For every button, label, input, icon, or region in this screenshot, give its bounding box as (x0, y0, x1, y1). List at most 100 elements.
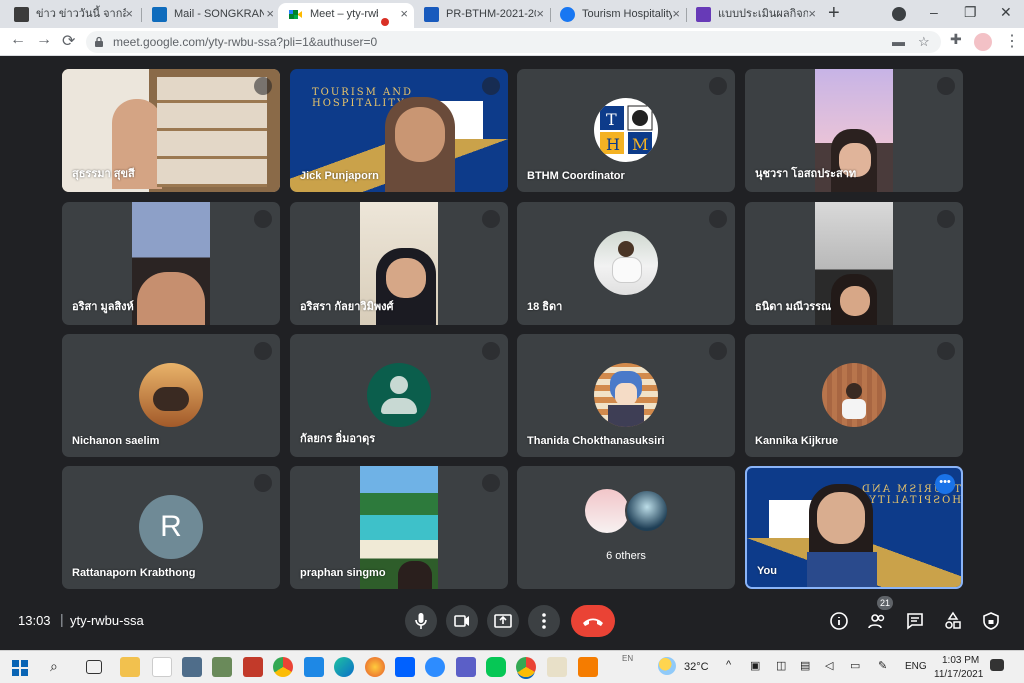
participant-tile[interactable]: สุธรรมา สุขสี (62, 69, 280, 192)
participant-tile[interactable]: praphan singmo (290, 466, 508, 589)
activities-icon[interactable] (942, 610, 964, 632)
people-icon[interactable] (866, 610, 888, 632)
browser-tab[interactable]: Tourism Hospitality × (550, 3, 686, 28)
participant-tile[interactable]: TOURISM AND HOSPITALITY Jick Punjaporn (290, 69, 508, 192)
clock-date[interactable]: 11/17/2021 (934, 669, 983, 680)
dropbox-icon[interactable] (395, 657, 415, 677)
url-text: meet.google.com/yty-rwbu-ssa?pli=1&authu… (113, 35, 378, 49)
bookmark-star-icon[interactable]: ☆ (918, 34, 930, 50)
new-tab-button[interactable]: + (828, 2, 840, 25)
meeting-time: 13:03 (18, 613, 51, 628)
present-screen-icon (494, 614, 512, 628)
back-arrow-icon[interactable]: ← (10, 31, 26, 49)
profile-avatar[interactable] (974, 33, 992, 51)
mail-icon[interactable] (304, 657, 324, 677)
recording-indicator-icon (381, 18, 389, 27)
amazon-icon[interactable] (152, 657, 172, 677)
reload-icon[interactable]: ⟳ (62, 31, 75, 51)
meeting-code: yty-rwbu-ssa (70, 613, 144, 628)
chevron-up-icon[interactable]: ^ (726, 659, 731, 671)
search-icon[interactable]: ⌕ (50, 658, 58, 675)
pen-icon[interactable]: ✎ (878, 659, 887, 672)
camera-button[interactable] (446, 605, 478, 637)
facebook-favicon-icon (560, 7, 575, 22)
browser-tab[interactable]: Mail - SONGKRAN J × (142, 3, 280, 28)
clock-time[interactable]: 1:03 PM (942, 655, 979, 666)
camera-in-use-icon[interactable]: ▬ (892, 34, 905, 49)
participant-tile[interactable]: Nichanon saelim (62, 334, 280, 457)
volume-icon[interactable]: ◁ (825, 659, 833, 672)
firefox-icon[interactable] (365, 657, 385, 677)
muted-mic-icon (937, 342, 955, 360)
participant-tile[interactable]: 18 ธิดา (517, 202, 735, 325)
restore-window-button[interactable]: ❐ (964, 4, 977, 21)
host-controls-shield-icon[interactable] (980, 610, 1002, 632)
battery-icon[interactable]: ▭ (850, 659, 860, 672)
more-options-button[interactable] (528, 605, 560, 637)
minimize-window-button[interactable]: – (930, 4, 938, 20)
participant-tile[interactable]: Thanida Chokthanasuksiri (517, 334, 735, 457)
participant-tile[interactable]: กัลยกร อิ่มอาดุร (290, 334, 508, 457)
participant-tile[interactable]: ธนิดา มณีวรรณ (745, 202, 963, 325)
chrome-icon[interactable] (273, 657, 293, 677)
svg-text:T: T (606, 110, 617, 129)
media-player-icon[interactable] (547, 657, 567, 677)
chrome-active-icon[interactable] (516, 657, 536, 677)
muted-mic-icon (254, 474, 272, 492)
tray-app-icon[interactable]: ▤ (800, 659, 810, 672)
line-icon[interactable] (486, 657, 506, 677)
close-window-button[interactable]: ✕ (1000, 4, 1012, 21)
present-screen-button[interactable] (487, 605, 519, 637)
close-tab-icon[interactable]: × (125, 3, 133, 25)
forward-arrow-icon[interactable]: → (36, 31, 52, 49)
file-explorer-icon[interactable] (120, 657, 140, 677)
windows-taskbar: ⌕ EN 32°C ^ ▣ ◫ ▤ ◁ ▭ ✎ ENG 1:03 PM 11/1… (0, 650, 1024, 683)
browser-tab[interactable]: แบบประเมินผลกิจกรรม × (686, 3, 822, 28)
close-tab-icon[interactable]: × (266, 3, 274, 25)
muted-mic-icon (937, 77, 955, 95)
weather-icon[interactable] (658, 657, 676, 675)
close-tab-icon[interactable]: × (672, 3, 680, 25)
browser-tab-active[interactable]: Meet – yty-rwbu × (278, 3, 414, 28)
chrome-menu-icon[interactable]: ⋮ (1004, 31, 1020, 51)
browser-tab[interactable]: ข่าว ข่าววันนี้ จากสื่อทั่ × (4, 3, 139, 28)
app-icon[interactable] (243, 657, 263, 677)
network-app-icon[interactable] (212, 657, 232, 677)
extensions-puzzle-icon[interactable]: ✚ (950, 31, 962, 48)
close-tab-icon[interactable]: × (400, 3, 408, 25)
edge-icon[interactable] (334, 657, 354, 677)
notification-icon[interactable] (990, 659, 1004, 671)
close-tab-icon[interactable]: × (536, 3, 544, 25)
participant-tile[interactable]: Kannika Kijkrue (745, 334, 963, 457)
teams-icon[interactable] (456, 657, 476, 677)
muted-mic-icon (482, 342, 500, 360)
participant-tile[interactable]: อริสา มูลสิงห์ (62, 202, 280, 325)
windows-start-icon[interactable] (12, 660, 28, 676)
browser-tab[interactable]: PR-BTHM-2021-202 × (414, 3, 550, 28)
self-view-tile[interactable]: TOURISM AND HOSPITALITY ••• You (745, 466, 963, 589)
language-indicator[interactable]: ENG (905, 661, 927, 672)
participant-tile[interactable]: T H M BTHM Coordinator (517, 69, 735, 192)
participant-avatar (139, 363, 203, 427)
tab-search-icon[interactable] (892, 7, 906, 21)
tray-app-icon[interactable]: ◫ (776, 659, 786, 672)
others-tile[interactable]: 6 others (517, 466, 735, 589)
chat-icon[interactable] (904, 610, 926, 632)
address-bar[interactable]: meet.google.com/yty-rwbu-ssa?pli=1&authu… (86, 31, 941, 53)
participant-tile[interactable]: R Rattanaporn Krabthong (62, 466, 280, 589)
more-options-icon[interactable]: ••• (935, 474, 955, 494)
participant-tile[interactable]: นุชวรา โอสถประสาท (745, 69, 963, 192)
microphone-button[interactable] (405, 605, 437, 637)
svg-text:M: M (632, 135, 648, 154)
participant-tile[interactable]: อริสรา กัลยาวิมิพงศ์ (290, 202, 508, 325)
more-vert-icon (542, 613, 546, 629)
zoom-icon[interactable] (425, 657, 445, 677)
close-tab-icon[interactable]: × (808, 3, 816, 25)
meeting-info-icon[interactable] (828, 610, 850, 632)
task-view-icon[interactable] (86, 660, 102, 674)
forms-favicon-icon (696, 7, 711, 22)
tray-app-icon[interactable]: ▣ (750, 659, 760, 672)
end-call-button[interactable] (571, 605, 615, 637)
app-icon[interactable] (578, 657, 598, 677)
calculator-icon[interactable] (182, 657, 202, 677)
